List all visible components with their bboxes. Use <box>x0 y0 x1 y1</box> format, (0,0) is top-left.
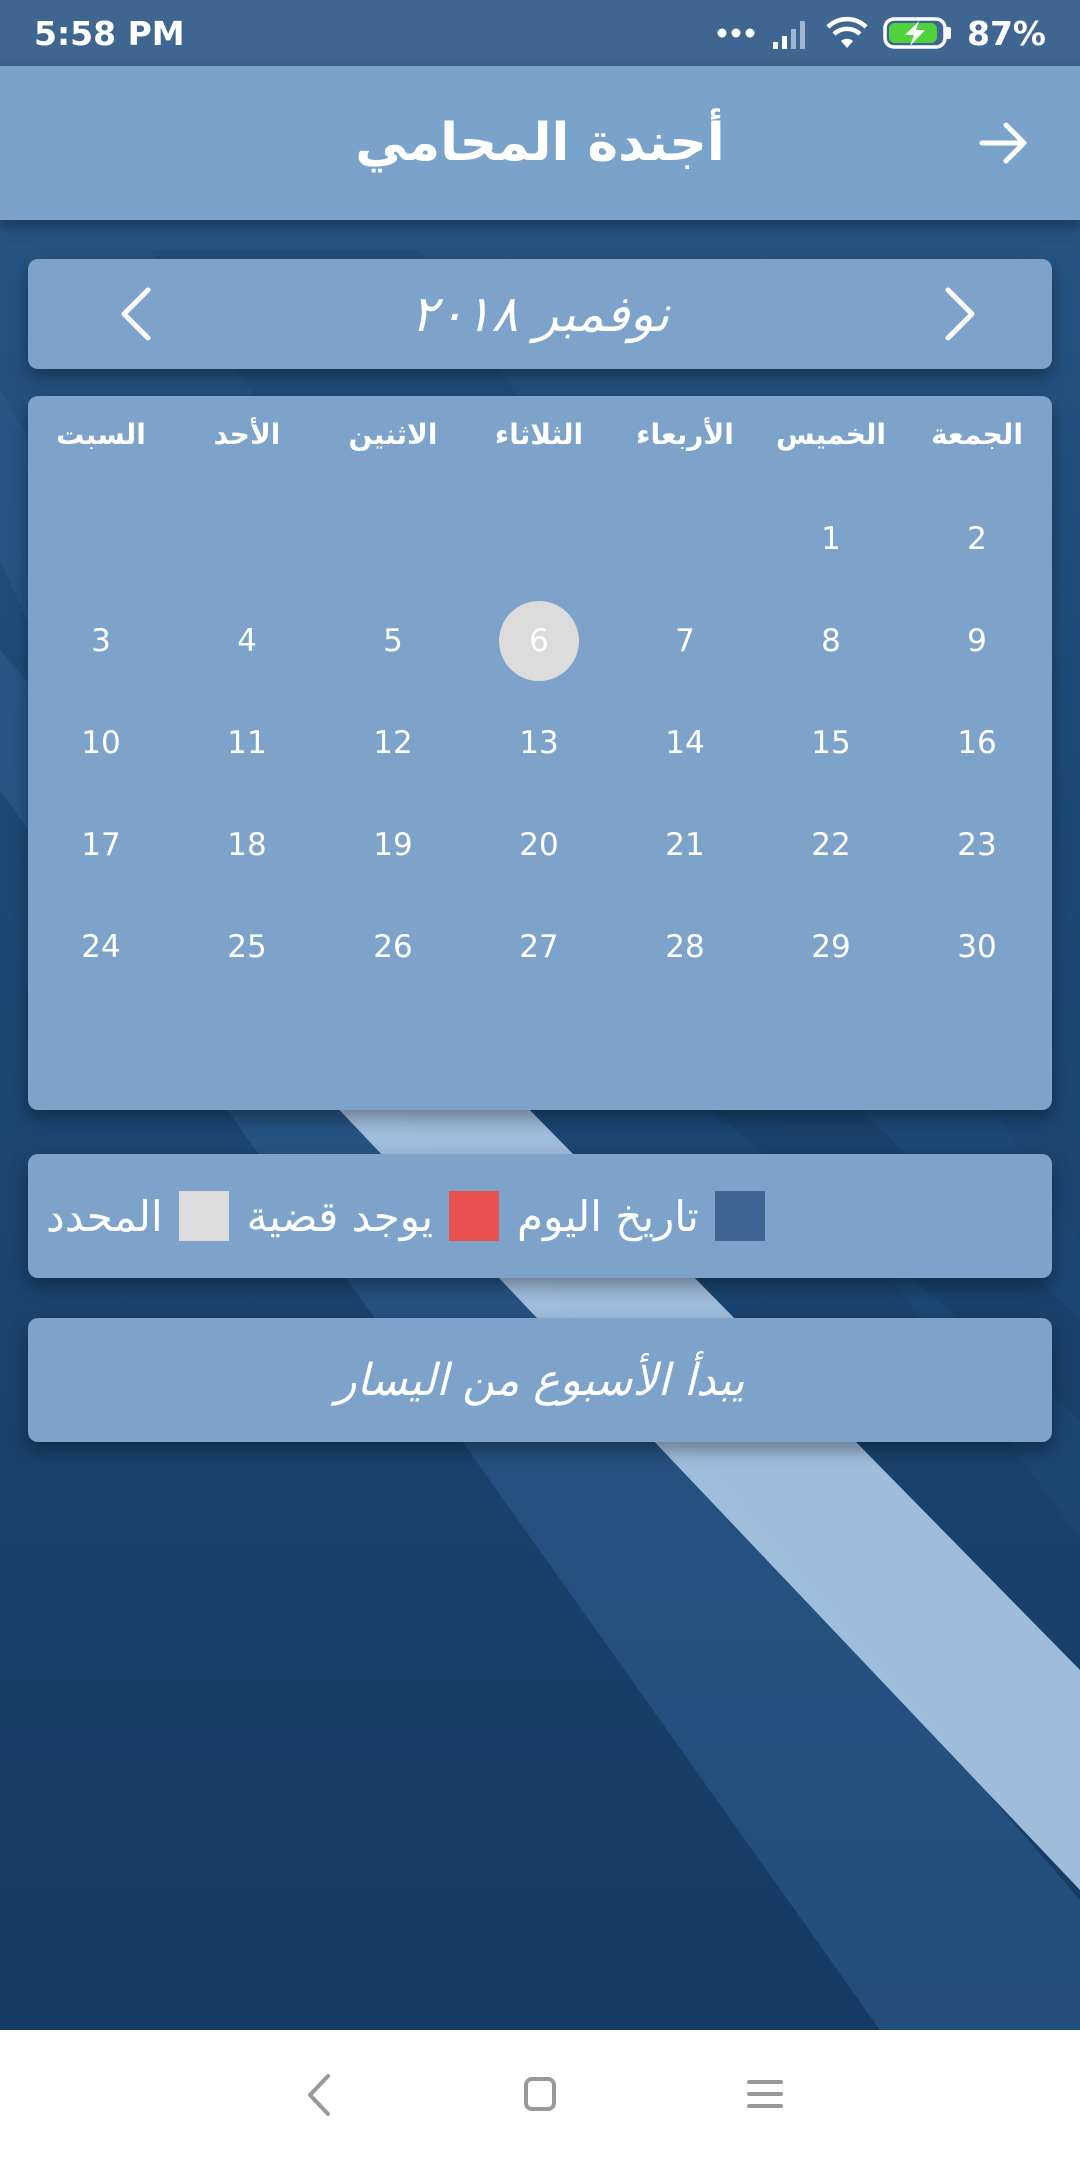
day-cell[interactable]: 14 <box>645 703 725 783</box>
day-cell[interactable]: 17 <box>61 805 141 885</box>
day-cell[interactable]: 22 <box>791 805 871 885</box>
day-cell[interactable]: 24 <box>61 907 141 987</box>
next-month-icon[interactable] <box>938 284 982 344</box>
day-cell[interactable]: 8 <box>791 601 871 681</box>
day-cell[interactable]: 13 <box>499 703 579 783</box>
day-cell[interactable]: 9 <box>937 601 1017 681</box>
legend-swatch-today <box>714 1191 765 1241</box>
weekday-label: الأحد <box>213 418 281 451</box>
legend-label: يوجد قضية <box>246 1191 434 1241</box>
app-bar: أجندة المحامي <box>0 66 1080 220</box>
weekday-label: الخميس <box>775 418 887 451</box>
signal-icon <box>773 21 805 49</box>
wifi-icon <box>826 16 868 48</box>
day-cell[interactable]: 21 <box>645 805 725 885</box>
day-cell[interactable]: 28 <box>645 907 725 987</box>
weekday-label: الثلاثاء <box>494 418 584 451</box>
day-cell[interactable]: 7 <box>645 601 725 681</box>
weekday-label: الاثنين <box>348 418 438 451</box>
week-start-text: يبدأ الأسبوع من اليسار <box>335 1354 745 1406</box>
day-cell[interactable]: 23 <box>937 805 1017 885</box>
day-cell[interactable]: 15 <box>791 703 871 783</box>
day-cell[interactable]: 26 <box>353 907 433 987</box>
day-cell[interactable]: 11 <box>207 703 287 783</box>
app-title: أجندة المحامي <box>355 113 725 173</box>
month-label: نوفمبر ٢٠١٨ <box>410 285 670 343</box>
back-arrow-icon[interactable] <box>976 115 1032 171</box>
month-navigator: نوفمبر ٢٠١٨ <box>28 259 1052 369</box>
legend-item-today: تاريخ اليوم <box>499 1191 765 1241</box>
day-cell[interactable]: 10 <box>61 703 141 783</box>
day-cell[interactable]: 25 <box>207 907 287 987</box>
legend-label: المحدد <box>46 1191 163 1241</box>
day-cell[interactable]: 5 <box>353 601 433 681</box>
day-cell[interactable]: 18 <box>207 805 287 885</box>
day-cell-today[interactable]: 6 <box>499 601 579 681</box>
day-cell[interactable]: 19 <box>353 805 433 885</box>
status-bar: 5:58 PM 87% <box>0 0 1080 66</box>
day-cell[interactable]: 4 <box>207 601 287 681</box>
day-cell[interactable]: 27 <box>499 907 579 987</box>
day-cell[interactable]: 1 <box>791 499 871 579</box>
status-icons: 87% <box>717 14 1046 53</box>
nav-back-icon[interactable] <box>300 2070 340 2120</box>
weekday-label: السبت <box>56 418 146 451</box>
legend-swatch-case <box>449 1191 500 1241</box>
day-cell[interactable]: 29 <box>791 907 871 987</box>
battery-charging-icon <box>883 17 951 49</box>
day-cell[interactable]: 20 <box>499 805 579 885</box>
legend-item-case: يوجد قضية <box>229 1191 500 1241</box>
day-cell[interactable]: 12 <box>353 703 433 783</box>
previous-month-icon[interactable] <box>114 284 158 344</box>
nav-home-icon[interactable] <box>520 2070 560 2120</box>
legend-item-selected: المحدد <box>28 1191 229 1241</box>
battery-level: 87% <box>967 13 1046 53</box>
weekday-header: الجمعة الخميس الأربعاء الثلاثاء الاثنين الأحد… <box>28 418 1052 468</box>
day-cell[interactable]: 30 <box>937 907 1017 987</box>
day-cell[interactable]: 2 <box>937 499 1017 579</box>
calendar-grid: الجمعة الخميس الأربعاء الثلاثاء الاثنين الأحد… <box>28 396 1052 1110</box>
day-cell[interactable]: 3 <box>61 601 141 681</box>
weekday-label: الجمعة <box>931 418 1023 451</box>
legend-swatch-selected <box>178 1191 229 1241</box>
legend-label: تاريخ اليوم <box>517 1191 699 1241</box>
week-start-note: يبدأ الأسبوع من اليسار <box>28 1318 1052 1442</box>
legend: تاريخ اليوم يوجد قضية المحدد <box>28 1154 1052 1278</box>
more-dots-icon <box>717 28 755 38</box>
weekday-label: الأربعاء <box>636 418 734 451</box>
system-nav-bar <box>0 2030 1080 2160</box>
nav-menu-icon[interactable] <box>745 2070 785 2120</box>
status-time: 5:58 PM <box>34 13 185 53</box>
day-cell[interactable]: 16 <box>937 703 1017 783</box>
